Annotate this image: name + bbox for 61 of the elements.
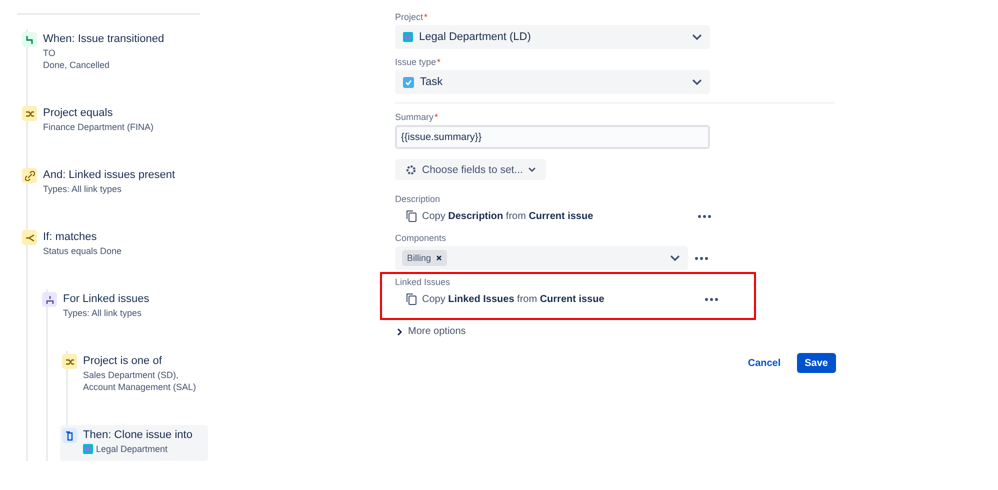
required-mark: * xyxy=(424,12,428,22)
rule-step[interactable]: Project is one of Sales Department (SD), Account Management (SAL) xyxy=(60,351,200,396)
copy-icon xyxy=(406,210,417,222)
select-field[interactable]: Legal Department (LD) xyxy=(395,25,710,49)
link-step-icon xyxy=(22,168,37,183)
project-icon xyxy=(403,32,413,42)
chevron-down-icon xyxy=(692,79,702,85)
step-detail: TO xyxy=(43,47,56,59)
copy-description: Copy Linked Issues from Current issue xyxy=(422,294,604,304)
step-detail: Types: All link types xyxy=(43,183,123,195)
summary-input[interactable]: {{issue.summary}} xyxy=(395,125,710,149)
rule-step[interactable]: And: Linked issues present Types: All link types xyxy=(20,165,180,198)
cancel-button[interactable]: Cancel xyxy=(740,353,789,373)
rule-step[interactable]: Then: Clone issue into Legal Department xyxy=(60,425,208,461)
chevron-down-icon xyxy=(528,167,536,172)
step-detail: Finance Department (FINA) xyxy=(43,121,154,133)
required-mark: * xyxy=(437,57,441,67)
chevron-down-icon xyxy=(670,255,680,261)
chevron-down-icon xyxy=(692,34,702,40)
gear-icon xyxy=(405,164,417,176)
field-label: Components xyxy=(395,233,446,243)
condition-step-icon xyxy=(62,354,77,369)
step-title: Then: Clone issue into xyxy=(83,428,192,443)
rule-step[interactable]: If: matches Status equals Done xyxy=(20,227,156,260)
select-field[interactable]: Task xyxy=(395,70,710,94)
task-icon xyxy=(403,76,414,88)
step-title: For Linked issues xyxy=(63,292,150,307)
field-label: Description xyxy=(395,194,440,204)
step-title: And: Linked issues present xyxy=(43,168,176,183)
copy-description: Copy Description from Current issue xyxy=(422,210,594,222)
copy-icon xyxy=(406,293,417,305)
step-title: Project is one of xyxy=(83,354,163,369)
rule-step[interactable]: For Linked issues Types: All link types xyxy=(40,289,176,322)
required-mark: * xyxy=(434,112,438,122)
step-detail: Legal Department xyxy=(96,443,168,455)
step-detail: Types: All link types xyxy=(63,307,143,319)
save-button[interactable]: Save xyxy=(796,353,836,373)
branch-step-icon xyxy=(22,230,37,245)
more-options-toggle[interactable]: More options xyxy=(395,326,845,337)
rule-step[interactable]: When: Issue transitioned TO Done, Cancelled xyxy=(20,29,168,74)
remove-tag-icon[interactable] xyxy=(436,255,442,261)
step-title: When: Issue transitioned xyxy=(43,32,164,47)
step-detail: Account Management (SAL) xyxy=(83,381,196,393)
step-detail: Sales Department (SD), xyxy=(83,369,180,381)
step-title: If: matches xyxy=(43,230,98,245)
rule-step[interactable]: Project equals Finance Department (FINA) xyxy=(20,103,158,136)
trigger-step-icon xyxy=(22,32,37,47)
component-tag: Billing xyxy=(402,250,448,266)
components-select[interactable]: Billing xyxy=(395,246,688,270)
step-detail: Status equals Done xyxy=(43,245,122,257)
chevron-right-icon xyxy=(397,328,403,336)
field-label: Linked Issues xyxy=(395,277,450,287)
project-icon xyxy=(83,444,93,454)
field-label: Summary xyxy=(395,112,434,122)
field-label: Project xyxy=(395,12,424,22)
condition-step-icon xyxy=(22,106,37,121)
action-step-icon xyxy=(62,428,77,443)
choose-fields-button[interactable]: Choose fields to set... xyxy=(395,159,546,180)
field-label: Issue type xyxy=(395,57,436,67)
step-detail: Done, Cancelled xyxy=(43,59,111,71)
step-title: Project equals xyxy=(43,106,114,121)
